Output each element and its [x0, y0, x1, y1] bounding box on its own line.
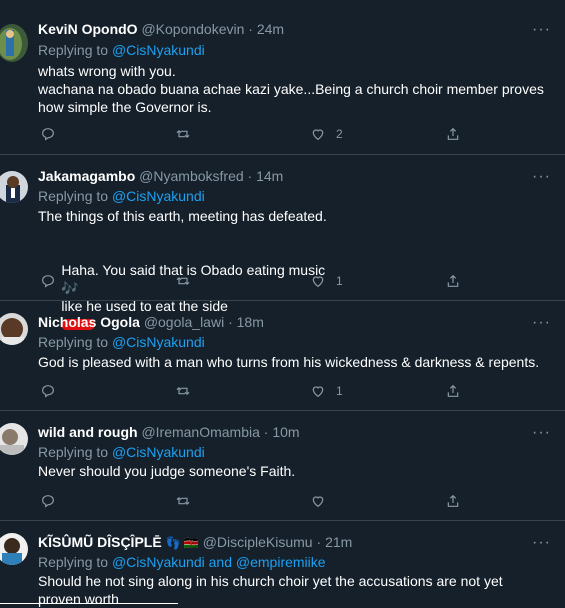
- tweet-text: Never should you judge someone's Faith.: [38, 463, 296, 479]
- user-handle[interactable]: @Kopondokevin: [141, 21, 244, 37]
- scroll-indicator: [0, 603, 178, 604]
- reply-icon: [42, 385, 54, 398]
- tweet-actions: [38, 492, 461, 510]
- share-button[interactable]: [445, 272, 461, 290]
- user-handle[interactable]: @IremanOmambia: [141, 424, 259, 440]
- mention-link[interactable]: @CisNyakundi: [112, 554, 205, 570]
- user-handle[interactable]: @ogola_lawi: [144, 314, 224, 330]
- user-name[interactable]: wild and rough: [38, 424, 138, 440]
- avatar[interactable]: [0, 171, 28, 203]
- separator-dot: ·: [247, 168, 253, 184]
- mention-link[interactable]: @CisNyakundi: [112, 42, 205, 58]
- mention-link[interactable]: @CisNyakundi: [112, 188, 205, 204]
- heart-icon: [312, 496, 324, 508]
- share-icon: [447, 127, 459, 140]
- avatar[interactable]: [0, 313, 28, 345]
- reply-button[interactable]: [40, 492, 56, 510]
- retweet-icon: [176, 277, 190, 285]
- retweet-button[interactable]: [175, 272, 191, 290]
- replying-to: Replying to @CisNyakundi: [38, 41, 205, 59]
- timestamp[interactable]: 18m: [237, 314, 264, 330]
- user-name[interactable]: Nicholas Ogola: [38, 314, 140, 330]
- mention-link[interactable]: @CisNyakundi: [112, 334, 205, 350]
- tweet[interactable]: KĨSÛMŨ DÎSÇÎPLĒ 👣 🇰🇪 @DiscipleKisumu · 2…: [0, 521, 565, 607]
- timestamp[interactable]: 14m: [256, 168, 283, 184]
- separator-dot: ·: [263, 424, 269, 440]
- like-count: 1: [336, 384, 343, 398]
- tweet-text: God is pleased with a man who turns from…: [38, 354, 540, 370]
- more-options-icon[interactable]: ···: [532, 315, 551, 331]
- timestamp[interactable]: 24m: [257, 21, 284, 37]
- replying-prefix: Replying to: [38, 42, 109, 58]
- name-emojis: 👣 🇰🇪: [165, 536, 199, 550]
- more-options-icon[interactable]: ···: [532, 535, 551, 551]
- more-options-icon[interactable]: ···: [532, 425, 551, 441]
- timestamp[interactable]: 21m: [325, 534, 352, 550]
- retweet-icon: [176, 497, 190, 505]
- avatar[interactable]: [0, 423, 28, 455]
- user-handle[interactable]: @DiscipleKisumu: [203, 534, 313, 550]
- replying-and: and: [208, 554, 232, 570]
- retweet-icon: [176, 130, 190, 138]
- reply-button[interactable]: [40, 272, 56, 290]
- share-button[interactable]: [445, 492, 461, 510]
- mention-link[interactable]: @empiremiike: [236, 554, 326, 570]
- reply-button[interactable]: [40, 125, 56, 143]
- user-name[interactable]: KĨSÛMŨ DÎSÇÎPLĒ: [38, 534, 162, 550]
- tweet-text: whats wrong with you. wachana na obado b…: [38, 63, 544, 115]
- separator-dot: ·: [248, 21, 253, 37]
- retweet-button[interactable]: [175, 125, 191, 143]
- replying-to: Replying to @CisNyakundi and @empiremiik…: [38, 553, 326, 571]
- reply-icon: [42, 275, 54, 288]
- separator-dot: ·: [228, 314, 233, 330]
- heart-icon: [312, 129, 324, 141]
- tweet[interactable]: KeviN OpondO @Kopondokevin · 24m ··· Rep…: [0, 0, 565, 155]
- avatar[interactable]: [0, 24, 28, 62]
- tweet[interactable]: Jakamagambo @Nyamboksfred · 14m ··· Repl…: [0, 155, 565, 330]
- replying-to: Replying to @CisNyakundi: [38, 443, 205, 461]
- tweet[interactable]: wild and rough @IremanOmambia · 10m ··· …: [0, 411, 565, 521]
- tweet-actions: 2: [38, 125, 461, 143]
- replying-to: Replying to @CisNyakundi: [38, 187, 205, 205]
- replying-prefix: Replying to: [38, 554, 109, 570]
- mention-link[interactable]: @CisNyakundi: [112, 444, 205, 460]
- user-name[interactable]: KeviN OpondO: [38, 21, 138, 37]
- replying-prefix: Replying to: [38, 444, 109, 460]
- tweet-actions: 1: [38, 272, 461, 290]
- share-icon: [447, 494, 459, 507]
- tweet-actions: 1: [38, 382, 461, 400]
- tweet-text-line: The things of this earth, meeting has de…: [38, 208, 327, 224]
- heart-icon: [312, 386, 324, 398]
- like-count: 2: [336, 127, 343, 141]
- retweet-button[interactable]: [175, 382, 191, 400]
- like-count: 1: [336, 274, 343, 288]
- like-button[interactable]: 2: [310, 125, 343, 143]
- replying-to: Replying to @CisNyakundi: [38, 333, 205, 351]
- like-button[interactable]: 1: [310, 272, 343, 290]
- retweet-icon: [176, 387, 190, 395]
- share-button[interactable]: [445, 125, 461, 143]
- avatar[interactable]: [0, 533, 28, 565]
- replying-prefix: Replying to: [38, 334, 109, 350]
- retweet-button[interactable]: [175, 492, 191, 510]
- like-button[interactable]: 1: [310, 382, 343, 400]
- timestamp[interactable]: 10m: [272, 424, 299, 440]
- user-name[interactable]: Jakamagambo: [38, 168, 135, 184]
- more-options-icon[interactable]: ···: [532, 169, 551, 185]
- tweet[interactable]: Nicholas Ogola @ogola_lawi · 18m ··· Rep…: [0, 301, 565, 411]
- reply-button[interactable]: [40, 382, 56, 400]
- separator-dot: ·: [316, 534, 322, 550]
- user-handle[interactable]: @Nyamboksfred: [139, 168, 243, 184]
- reply-icon: [42, 128, 54, 141]
- heart-icon: [312, 276, 324, 288]
- reply-icon: [42, 495, 54, 508]
- more-options-icon[interactable]: ···: [532, 22, 551, 38]
- like-button[interactable]: [310, 492, 326, 510]
- share-button[interactable]: [445, 382, 461, 400]
- replying-prefix: Replying to: [38, 188, 109, 204]
- share-icon: [447, 384, 459, 397]
- share-icon: [447, 274, 459, 287]
